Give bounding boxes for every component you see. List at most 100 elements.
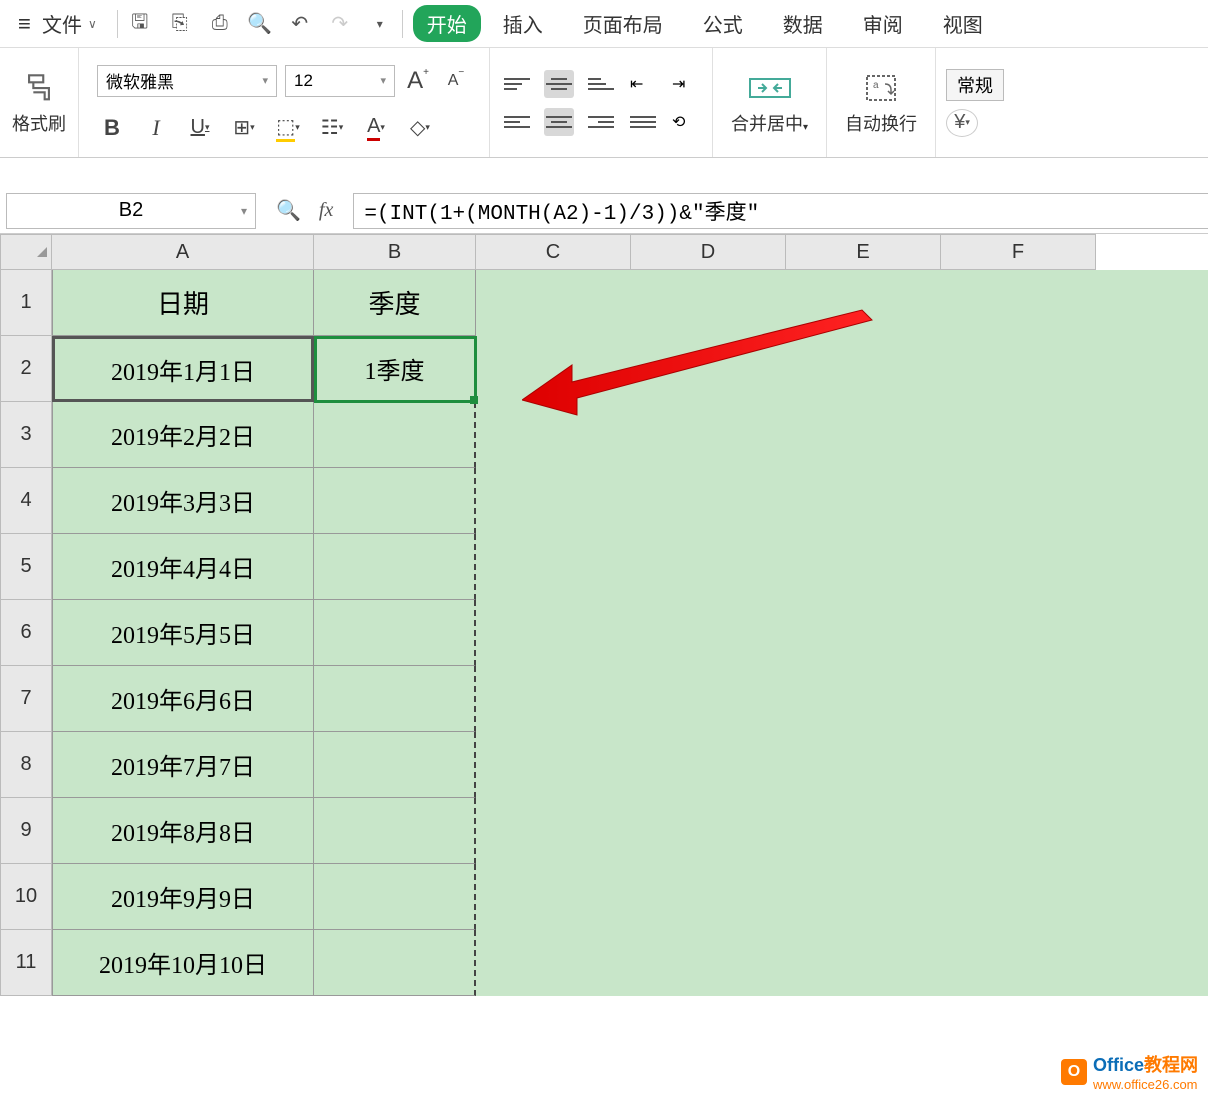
number-format-select[interactable]: 常规 (946, 69, 1004, 101)
increase-indent-icon[interactable]: ⇥ (670, 70, 700, 98)
cell-B7[interactable] (314, 666, 476, 732)
zoom-icon[interactable]: 🔍 (276, 198, 301, 223)
row-header[interactable]: 3 (0, 402, 52, 468)
tab-insert[interactable]: 插入 (485, 5, 561, 42)
col-header-C[interactable]: C (476, 234, 631, 270)
bold-button[interactable]: B (97, 113, 127, 143)
cell-A7[interactable]: 2019年6月6日 (52, 666, 314, 732)
font-family-select[interactable]: 微软雅黑▾ (97, 65, 277, 97)
cell-B2[interactable]: 1季度 (314, 336, 476, 402)
cell-B9[interactable] (314, 798, 476, 864)
align-top-icon[interactable] (502, 70, 532, 98)
cell-B5[interactable] (314, 534, 476, 600)
fx-icon[interactable]: fx (319, 199, 333, 222)
cell-B4[interactable] (314, 468, 476, 534)
cell-style-button[interactable]: ☷▾ (317, 113, 347, 143)
cell-A2[interactable]: 2019年1月1日 (52, 336, 314, 402)
align-bottom-icon[interactable] (586, 70, 616, 98)
row-header[interactable]: 6 (0, 600, 52, 666)
col-header-A[interactable]: A (52, 234, 314, 270)
divider (402, 10, 403, 38)
divider (117, 10, 118, 38)
col-header-E[interactable]: E (786, 234, 941, 270)
name-box[interactable]: B2 (6, 193, 256, 229)
tab-formulas[interactable]: 公式 (685, 5, 761, 42)
decrease-indent-icon[interactable]: ⇤ (628, 70, 658, 98)
format-brush-icon (21, 70, 57, 106)
watermark: O Office教程网 www.office26.com (1061, 1051, 1198, 1092)
cell-B8[interactable] (314, 732, 476, 798)
wrap-text-button[interactable]: a 自动换行 (827, 48, 936, 157)
row-header[interactable]: 2 (0, 336, 52, 402)
col-header-D[interactable]: D (631, 234, 786, 270)
cell-A10[interactable]: 2019年9月9日 (52, 864, 314, 930)
row-header[interactable]: 4 (0, 468, 52, 534)
row-header[interactable]: 1 (0, 270, 52, 336)
tab-data[interactable]: 数据 (765, 5, 841, 42)
col-header-F[interactable]: F (941, 234, 1096, 270)
row-header[interactable]: 10 (0, 864, 52, 930)
border-button[interactable]: ⊞▾ (229, 113, 259, 143)
cell-A1[interactable]: 日期 (52, 270, 314, 336)
row-header[interactable]: 11 (0, 930, 52, 996)
save-as-icon[interactable]: ⎘ (168, 12, 192, 36)
cell-A9[interactable]: 2019年8月8日 (52, 798, 314, 864)
cell-A5[interactable]: 2019年4月4日 (52, 534, 314, 600)
decrease-font-icon[interactable]: A− (441, 66, 471, 96)
cell-A3[interactable]: 2019年2月2日 (52, 402, 314, 468)
italic-button[interactable]: I (141, 113, 171, 143)
distribute-icon[interactable] (628, 108, 658, 136)
cell-B10[interactable] (314, 864, 476, 930)
print-icon[interactable]: ⎙ (208, 12, 232, 36)
print-preview-icon[interactable]: 🔍 (248, 12, 272, 36)
cell-grid[interactable]: 日期 季度 2019年1月1日 1季度 2019年2月2日 2019年3月3日 … (52, 270, 1208, 996)
merge-center-button[interactable]: 合并居中▾ (713, 48, 827, 157)
merge-icon (748, 70, 792, 106)
row-header[interactable]: 9 (0, 798, 52, 864)
align-center-icon[interactable] (544, 108, 574, 136)
align-left-icon[interactable] (502, 108, 532, 136)
dropdown-icon[interactable]: ▾ (368, 12, 392, 36)
cell-empty[interactable] (476, 336, 1096, 402)
chevron-down-icon: ∨ (88, 17, 97, 31)
cell-A4[interactable]: 2019年3月3日 (52, 468, 314, 534)
cell-A8[interactable]: 2019年7月7日 (52, 732, 314, 798)
cell-B1[interactable]: 季度 (314, 270, 476, 336)
undo-icon[interactable]: ↶ (288, 12, 312, 36)
cell-B6[interactable] (314, 600, 476, 666)
cell-B11[interactable] (314, 930, 476, 996)
tab-start[interactable]: 开始 (413, 5, 481, 42)
number-format-group: 常规 ¥▾ (936, 48, 1014, 157)
cell-empty[interactable] (476, 270, 1096, 336)
row-header[interactable]: 8 (0, 732, 52, 798)
align-middle-icon[interactable] (544, 70, 574, 98)
save-icon[interactable]: 🖫 (128, 12, 152, 36)
orientation-icon[interactable]: ⟲ (670, 108, 700, 136)
increase-font-icon[interactable]: A+ (403, 66, 433, 96)
tab-review[interactable]: 审阅 (845, 5, 921, 42)
format-brush-group[interactable]: 格式刷 (0, 48, 79, 157)
font-color-button[interactable]: A▾ (361, 113, 391, 143)
font-size-select[interactable]: 12▾ (285, 65, 395, 97)
cell-A11[interactable]: 2019年10月10日 (52, 930, 314, 996)
file-label: 文件 (42, 9, 82, 38)
col-header-B[interactable]: B (314, 234, 476, 270)
ribbon: 格式刷 微软雅黑▾ 12▾ A+ A− B I U▾ ⊞▾ ⬚▾ ☷▾ A▾ ◇… (0, 48, 1208, 158)
font-group: 微软雅黑▾ 12▾ A+ A− B I U▾ ⊞▾ ⬚▾ ☷▾ A▾ ◇▾ (79, 48, 490, 157)
fill-color-button[interactable]: ⬚▾ (273, 113, 303, 143)
row-header[interactable]: 5 (0, 534, 52, 600)
currency-button[interactable]: ¥▾ (946, 109, 978, 137)
align-right-icon[interactable] (586, 108, 616, 136)
row-headers: 1 2 3 4 5 6 7 8 9 10 11 (0, 270, 52, 996)
file-menu[interactable]: 文件 ∨ (8, 3, 107, 44)
cell-B3[interactable] (314, 402, 476, 468)
underline-button[interactable]: U▾ (185, 113, 215, 143)
formula-input[interactable]: =(INT(1+(MONTH(A2)-1)/3))&"季度" (353, 193, 1208, 229)
row-header[interactable]: 7 (0, 666, 52, 732)
redo-icon[interactable]: ↷ (328, 12, 352, 36)
clear-format-button[interactable]: ◇▾ (405, 113, 435, 143)
cell-A6[interactable]: 2019年5月5日 (52, 600, 314, 666)
tab-view[interactable]: 视图 (925, 5, 1001, 42)
select-all-corner[interactable] (0, 234, 52, 270)
tab-page-layout[interactable]: 页面布局 (565, 5, 681, 42)
